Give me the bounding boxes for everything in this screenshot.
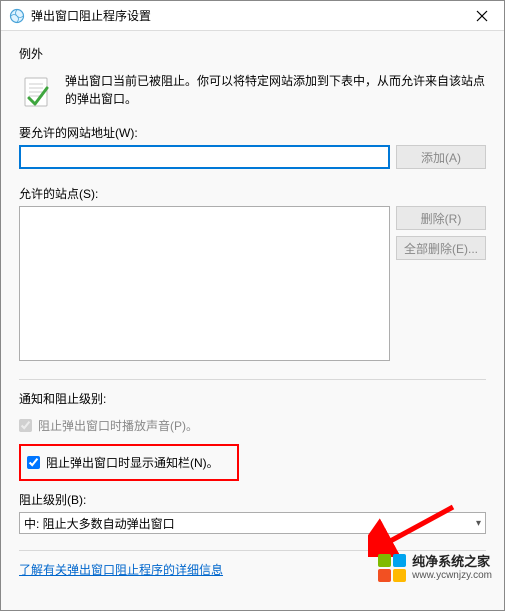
block-level-value: 中: 阻止大多数自动弹出窗口 <box>24 515 175 532</box>
sites-label: 允许的站点(S): <box>19 185 486 202</box>
sound-checkbox-row[interactable]: 阻止弹出窗口时播放声音(P)。 <box>19 417 486 434</box>
notify-checkbox-row[interactable]: 阻止弹出窗口时显示通知栏(N)。 <box>27 454 231 471</box>
add-button[interactable]: 添加(A) <box>396 145 486 169</box>
remove-all-button[interactable]: 全部删除(E)... <box>396 236 486 260</box>
allowed-sites-listbox[interactable] <box>19 206 390 361</box>
address-label: 要允许的网站地址(W): <box>19 124 486 141</box>
list-button-column: 删除(R) 全部删除(E)... <box>396 206 486 260</box>
level-row: 中: 阻止大多数自动弹出窗口 ▾ <box>19 512 486 534</box>
notify-checkbox[interactable] <box>27 456 40 469</box>
remove-button[interactable]: 删除(R) <box>396 206 486 230</box>
learn-more-link[interactable]: 了解有关弹出窗口阻止程序的详细信息 <box>19 563 223 577</box>
chevron-down-icon: ▾ <box>476 518 481 529</box>
exceptions-heading: 例外 <box>19 45 486 62</box>
dialog-window: 弹出窗口阻止程序设置 例外 弹出窗口当前已被阻止。你可以将特定网站添加到 <box>0 0 505 611</box>
highlight-annotation: 阻止弹出窗口时显示通知栏(N)。 <box>19 444 239 481</box>
sound-checkbox-label: 阻止弹出窗口时播放声音(P)。 <box>38 417 198 434</box>
notify-checkbox-label: 阻止弹出窗口时显示通知栏(N)。 <box>46 454 219 471</box>
address-row: 添加(A) <box>19 145 486 169</box>
address-input[interactable] <box>19 145 390 169</box>
block-level-select[interactable]: 中: 阻止大多数自动弹出窗口 ▾ <box>19 512 486 534</box>
divider-2 <box>19 550 486 551</box>
titlebar: 弹出窗口阻止程序设置 <box>1 1 504 31</box>
intro-row: 弹出窗口当前已被阻止。你可以将特定网站添加到下表中，从而允许来自该站点的弹出窗口… <box>19 72 486 110</box>
link-row: 了解有关弹出窗口阻止程序的详细信息 <box>19 561 486 578</box>
close-icon <box>476 10 488 22</box>
popup-blocker-icon <box>9 8 25 24</box>
document-check-icon <box>19 74 55 110</box>
sound-checkbox[interactable] <box>19 419 32 432</box>
dialog-content: 例外 弹出窗口当前已被阻止。你可以将特定网站添加到下表中，从而允许来自该站点的弹… <box>1 31 504 610</box>
sites-row: 删除(R) 全部删除(E)... <box>19 206 486 361</box>
notification-heading: 通知和阻止级别: <box>19 390 486 407</box>
level-label: 阻止级别(B): <box>19 491 486 508</box>
divider <box>19 379 486 380</box>
dialog-title: 弹出窗口阻止程序设置 <box>31 7 151 24</box>
close-button[interactable] <box>459 1 504 31</box>
intro-text: 弹出窗口当前已被阻止。你可以将特定网站添加到下表中，从而允许来自该站点的弹出窗口… <box>65 72 486 108</box>
